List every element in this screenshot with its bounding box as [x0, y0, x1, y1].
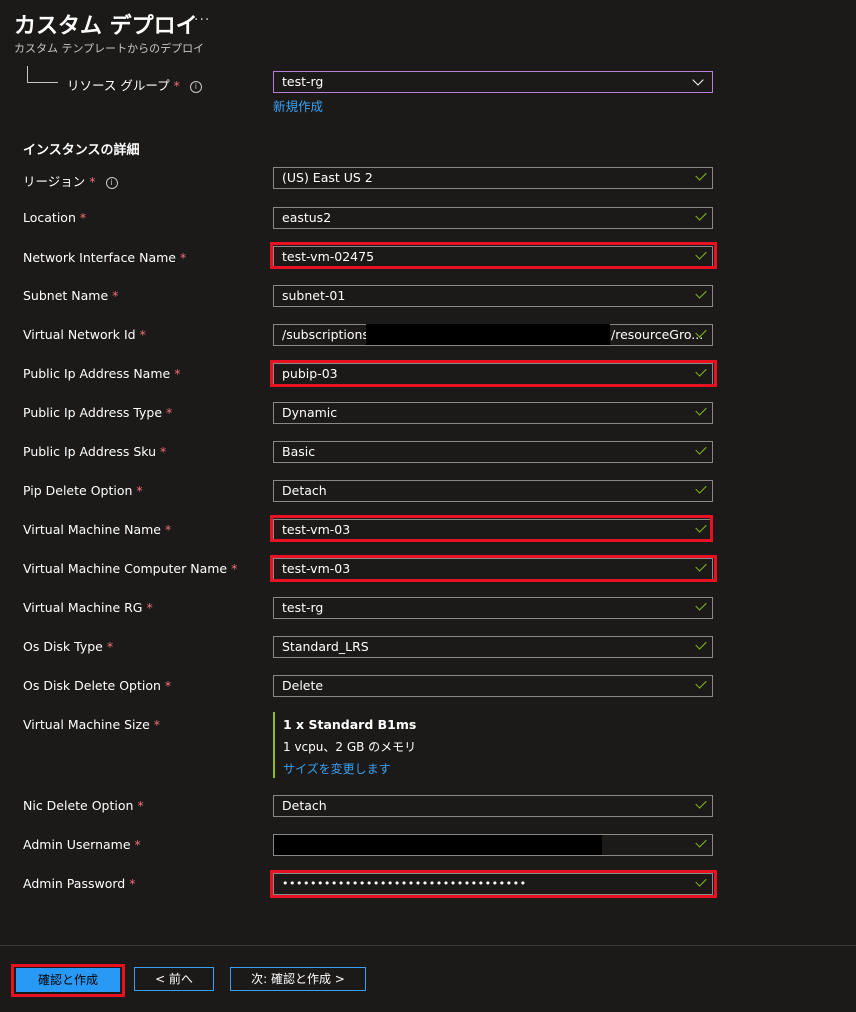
valid-check-icon: [695, 599, 707, 611]
vm-size-summary: 1 x Standard B1ms 1 vcpu、2 GB のメモリ サイズを変…: [273, 712, 416, 778]
pip-delete-option-select[interactable]: Detach: [273, 480, 713, 502]
info-icon[interactable]: i: [189, 81, 202, 93]
valid-check-icon: [695, 169, 707, 181]
virtual-network-id-label: Virtual Network Id *: [23, 327, 146, 342]
chevron-down-icon: [692, 74, 704, 86]
virtual-machine-name-label: Virtual Machine Name *: [23, 522, 172, 537]
os-disk-delete-option-select[interactable]: Delete: [273, 675, 713, 697]
admin-password-input[interactable]: •••••••••••••••••••••••••••••••••••: [273, 873, 713, 895]
valid-check-icon: [695, 248, 707, 260]
previous-button[interactable]: < 前へ: [134, 967, 214, 991]
public-ip-address-name-input[interactable]: pubip-03: [273, 363, 713, 385]
location-label: Location *: [23, 210, 87, 225]
valid-check-icon: [695, 836, 707, 848]
valid-check-icon: [695, 875, 707, 887]
nic-delete-option-label: Nic Delete Option *: [23, 798, 144, 813]
pip-delete-option-label: Pip Delete Option *: [23, 483, 143, 498]
vm-size-name: 1 x Standard B1ms: [283, 717, 417, 732]
page-title: カスタム デプロイ: [14, 14, 198, 39]
valid-check-icon: [695, 365, 707, 377]
valid-check-icon: [695, 443, 707, 455]
virtual-machine-computer-name-input[interactable]: test-vm-03: [273, 558, 713, 580]
valid-check-icon: [695, 209, 707, 221]
more-options-icon[interactable]: ···: [194, 12, 210, 28]
admin-username-label: Admin Username *: [23, 837, 141, 852]
admin-password-label: Admin Password *: [23, 876, 136, 891]
redacted-area: [366, 324, 610, 345]
footer-divider: [0, 945, 856, 946]
valid-check-icon: [695, 797, 707, 809]
instance-details-heading: インスタンスの詳細: [23, 143, 140, 158]
vm-size-spec: 1 vcpu、2 GB のメモリ: [283, 740, 417, 754]
public-ip-address-type-select[interactable]: Dynamic: [273, 402, 713, 424]
tree-connector: [27, 66, 58, 83]
virtual-machine-computer-name-label: Virtual Machine Computer Name *: [23, 561, 238, 576]
public-ip-address-name-label: Public Ip Address Name *: [23, 366, 181, 381]
valid-check-icon: [695, 638, 707, 650]
change-size-link[interactable]: サイズを変更します: [283, 760, 416, 777]
nic-delete-option-select[interactable]: Detach: [273, 795, 713, 817]
valid-check-icon: [695, 521, 707, 533]
virtual-machine-size-label: Virtual Machine Size *: [23, 717, 161, 732]
resource-group-label: リソース グループ * i: [67, 75, 202, 94]
valid-check-icon: [695, 482, 707, 494]
redacted-area: [274, 835, 602, 855]
os-disk-type-label: Os Disk Type *: [23, 639, 114, 654]
public-ip-address-sku-label: Public Ip Address Sku *: [23, 444, 167, 459]
create-new-resource-group-link[interactable]: 新規作成: [273, 96, 323, 115]
os-disk-delete-option-label: Os Disk Delete Option *: [23, 678, 172, 693]
network-interface-name-label: Network Interface Name *: [23, 250, 187, 265]
valid-check-icon: [695, 560, 707, 572]
location-input[interactable]: eastus2: [273, 207, 713, 229]
network-interface-name-input[interactable]: test-vm-02475: [273, 246, 713, 268]
subnet-name-input[interactable]: subnet-01: [273, 285, 713, 307]
os-disk-type-select[interactable]: Standard_LRS: [273, 636, 713, 658]
review-create-button[interactable]: 確認と作成: [16, 968, 120, 992]
valid-check-icon: [695, 404, 707, 416]
valid-check-icon: [695, 287, 707, 299]
public-ip-address-type-label: Public Ip Address Type *: [23, 405, 173, 420]
resource-group-select[interactable]: test-rg: [273, 71, 713, 93]
info-icon[interactable]: i: [105, 177, 118, 189]
valid-check-icon: [695, 677, 707, 689]
virtual-machine-name-input[interactable]: test-vm-03: [273, 519, 713, 541]
page-subtitle: カスタム テンプレートからのデプロイ: [14, 42, 205, 55]
region-label: リージョン * i: [23, 171, 118, 190]
virtual-machine-rg-label: Virtual Machine RG *: [23, 600, 153, 615]
subnet-name-label: Subnet Name *: [23, 288, 119, 303]
region-select[interactable]: (US) East US 2: [273, 167, 713, 189]
public-ip-address-sku-select[interactable]: Basic: [273, 441, 713, 463]
virtual-machine-rg-input[interactable]: test-rg: [273, 597, 713, 619]
next-review-create-button[interactable]: 次: 確認と作成 >: [230, 967, 366, 991]
